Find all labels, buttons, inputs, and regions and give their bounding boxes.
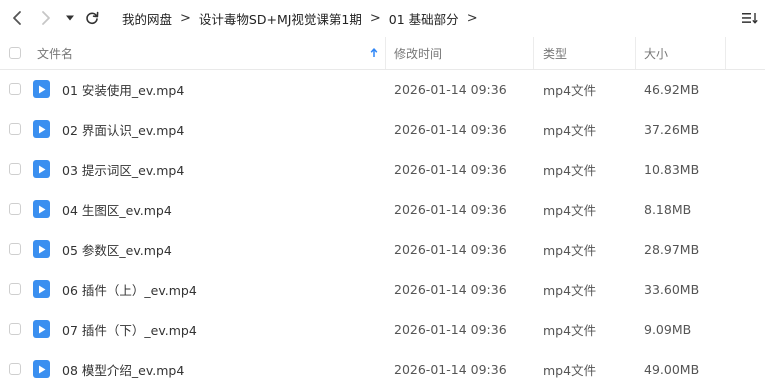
file-size: 10.83MB <box>644 161 700 177</box>
list-view-icon <box>742 13 758 24</box>
column-divider <box>533 37 534 69</box>
file-modified: 2026-01-14 09:36 <box>394 281 507 297</box>
chevron-left-icon <box>13 11 21 25</box>
breadcrumb-separator-icon: > <box>466 11 478 26</box>
row-checkbox[interactable] <box>9 323 21 335</box>
file-name[interactable]: 02 界面认识_ev.mp4 <box>62 109 184 149</box>
row-checkbox[interactable] <box>9 363 21 375</box>
file-size: 37.26MB <box>644 121 700 137</box>
row-checkbox[interactable] <box>9 83 21 95</box>
file-row[interactable]: 04 生图区_ev.mp4 2026-01-14 09:36 mp4文件 8.1… <box>0 189 765 229</box>
file-size: 9.09MB <box>644 321 692 337</box>
row-checkbox[interactable] <box>9 283 21 295</box>
file-row[interactable]: 08 模型介绍_ev.mp4 2026-01-14 09:36 mp4文件 49… <box>0 349 765 389</box>
file-type: mp4文件 <box>543 122 597 138</box>
video-file-icon <box>33 360 50 378</box>
file-row[interactable]: 03 提示词区_ev.mp4 2026-01-14 09:36 mp4文件 10… <box>0 149 765 189</box>
column-header-size[interactable]: 大小 <box>644 37 668 69</box>
file-type: mp4文件 <box>543 162 597 178</box>
breadcrumb: 我的网盘 > 设计毒物SD+MJ视觉课第1期 > 01 基础部分 > <box>122 0 486 37</box>
video-file-icon <box>33 200 50 218</box>
video-file-icon <box>33 160 50 178</box>
refresh-icon <box>86 11 99 25</box>
column-divider <box>385 37 386 69</box>
file-type: mp4文件 <box>543 362 597 378</box>
breadcrumb-separator-icon: > <box>369 11 381 26</box>
file-row[interactable]: 07 插件（下）_ev.mp4 2026-01-14 09:36 mp4文件 9… <box>0 309 765 349</box>
refresh-button[interactable] <box>80 6 104 30</box>
file-name[interactable]: 07 插件（下）_ev.mp4 <box>62 309 197 349</box>
breadcrumb-item-current[interactable]: 01 基础部分 <box>389 9 459 28</box>
back-button[interactable] <box>5 6 29 30</box>
row-checkbox[interactable] <box>9 203 21 215</box>
file-row[interactable]: 06 插件（上）_ev.mp4 2026-01-14 09:36 mp4文件 3… <box>0 269 765 309</box>
column-divider <box>635 37 636 69</box>
file-size: 46.92MB <box>644 81 700 97</box>
forward-button[interactable] <box>34 6 58 30</box>
file-size: 28.97MB <box>644 241 700 257</box>
select-all-checkbox[interactable] <box>9 47 21 59</box>
column-header-modified[interactable]: 修改时间 <box>394 37 442 69</box>
file-name[interactable]: 03 提示词区_ev.mp4 <box>62 149 184 189</box>
column-header-name[interactable]: 文件名 <box>37 37 73 69</box>
column-header-type[interactable]: 类型 <box>543 37 567 69</box>
file-modified: 2026-01-14 09:36 <box>394 241 507 257</box>
file-name[interactable]: 06 插件（上）_ev.mp4 <box>62 269 197 309</box>
row-checkbox[interactable] <box>9 123 21 135</box>
file-name[interactable]: 04 生图区_ev.mp4 <box>62 189 172 229</box>
video-file-icon <box>33 320 50 338</box>
file-type: mp4文件 <box>543 322 597 338</box>
file-name[interactable]: 01 安装使用_ev.mp4 <box>62 69 184 109</box>
file-type: mp4文件 <box>543 242 597 258</box>
view-mode-button[interactable] <box>738 6 762 30</box>
column-divider <box>725 37 726 69</box>
file-row[interactable]: 02 界面认识_ev.mp4 2026-01-14 09:36 mp4文件 37… <box>0 109 765 149</box>
file-size: 33.60MB <box>644 281 700 297</box>
file-type: mp4文件 <box>543 282 597 298</box>
file-modified: 2026-01-14 09:36 <box>394 161 507 177</box>
file-modified: 2026-01-14 09:36 <box>394 321 507 337</box>
file-type: mp4文件 <box>543 202 597 218</box>
file-list-header: 文件名 修改时间 类型 大小 <box>0 37 765 70</box>
file-modified: 2026-01-14 09:36 <box>394 81 507 97</box>
navigation-bar: 我的网盘 > 设计毒物SD+MJ视觉课第1期 > 01 基础部分 > <box>0 0 765 37</box>
video-file-icon <box>33 80 50 98</box>
sort-ascending-icon <box>370 48 378 57</box>
file-row[interactable]: 01 安装使用_ev.mp4 2026-01-14 09:36 mp4文件 46… <box>0 69 765 109</box>
file-modified: 2026-01-14 09:36 <box>394 361 507 377</box>
file-modified: 2026-01-14 09:36 <box>394 201 507 217</box>
sort-button[interactable] <box>370 37 378 69</box>
history-dropdown-button[interactable] <box>60 6 80 30</box>
file-name[interactable]: 08 模型介绍_ev.mp4 <box>62 349 184 389</box>
file-row[interactable]: 05 参数区_ev.mp4 2026-01-14 09:36 mp4文件 28.… <box>0 229 765 269</box>
file-size: 8.18MB <box>644 201 692 217</box>
file-type: mp4文件 <box>543 82 597 98</box>
breadcrumb-separator-icon: > <box>180 11 191 26</box>
row-checkbox[interactable] <box>9 243 21 255</box>
chevron-right-icon <box>42 11 50 25</box>
caret-down-icon <box>66 15 74 21</box>
breadcrumb-item-course[interactable]: 设计毒物SD+MJ视觉课第1期 <box>199 9 362 28</box>
file-modified: 2026-01-14 09:36 <box>394 121 507 137</box>
file-name[interactable]: 05 参数区_ev.mp4 <box>62 229 172 269</box>
video-file-icon <box>33 280 50 298</box>
breadcrumb-item-root[interactable]: 我的网盘 <box>122 9 172 28</box>
video-file-icon <box>33 240 50 258</box>
row-checkbox[interactable] <box>9 163 21 175</box>
video-file-icon <box>33 120 50 138</box>
file-size: 49.00MB <box>644 361 700 377</box>
